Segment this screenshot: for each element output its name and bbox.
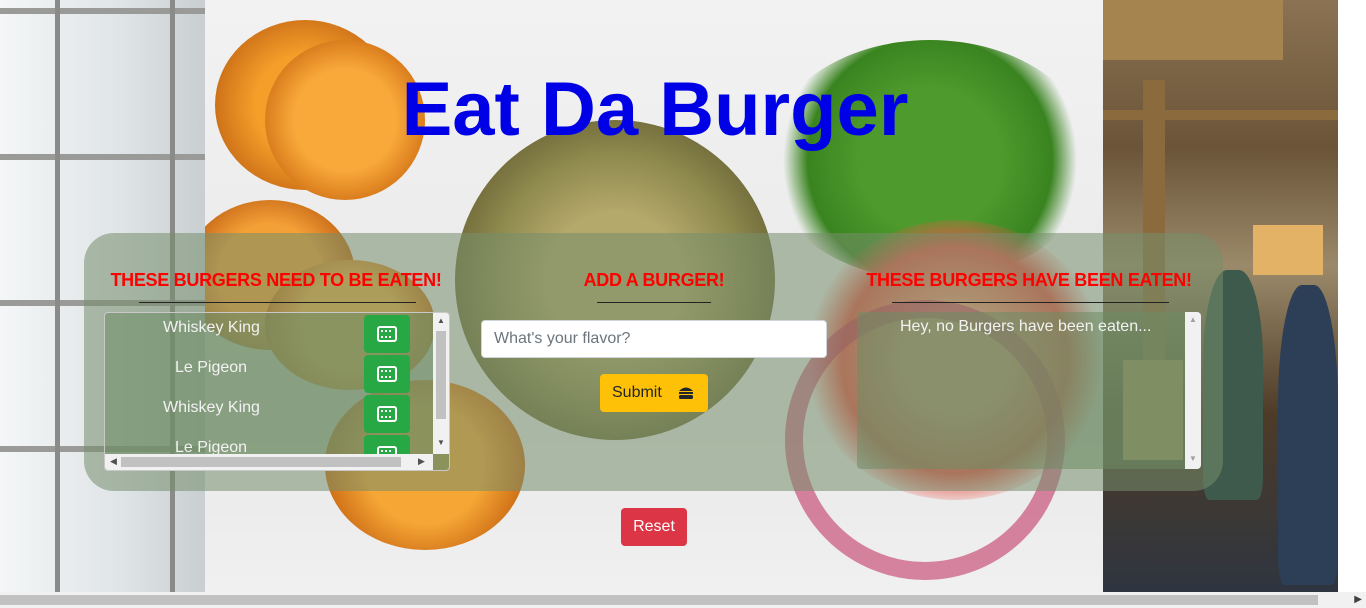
submit-label: Submit — [612, 384, 662, 401]
list-item: Le Pigeon — [105, 353, 435, 393]
devour-icon — [377, 406, 397, 422]
devour-icon — [377, 326, 397, 342]
add-burger-divider — [597, 302, 711, 303]
scroll-up-icon[interactable]: ▲ — [1189, 315, 1197, 324]
burger-name: Le Pigeon — [175, 359, 248, 376]
eaten-heading: THESE BURGERS HAVE BEEN EATEN! — [866, 270, 1192, 290]
list-item: Whiskey King — [105, 393, 435, 433]
uneaten-divider — [139, 302, 416, 303]
eaten-burger-list[interactable]: Hey, no Burgers have been eaten... ▲ ▼ — [857, 312, 1201, 469]
list-vertical-scrollbar[interactable]: ▲ ▼ — [433, 313, 449, 454]
scroll-thumb[interactable] — [0, 595, 1318, 605]
list-vertical-scrollbar[interactable]: ▲ ▼ — [1185, 312, 1201, 469]
scroll-thumb[interactable] — [436, 331, 446, 419]
page-title: Eat Da Burger — [401, 67, 909, 152]
hamburger-icon — [679, 387, 693, 399]
submit-button[interactable]: Submit — [600, 374, 708, 412]
reset-button[interactable]: Reset — [621, 508, 687, 546]
page-horizontal-scrollbar[interactable]: ▶ — [0, 592, 1366, 608]
scroll-left-icon[interactable]: ◀ — [110, 456, 117, 467]
uneaten-heading: THESE BURGERS NEED TO BE EATEN! — [110, 270, 442, 290]
scroll-right-icon[interactable]: ▶ — [418, 456, 425, 467]
eaten-divider — [892, 302, 1169, 303]
list-item: Whiskey King — [105, 313, 435, 353]
burger-name-input[interactable] — [481, 320, 827, 358]
empty-message: Hey, no Burgers have been eaten... — [900, 318, 1152, 335]
devour-button[interactable] — [364, 355, 410, 393]
list-horizontal-scrollbar[interactable]: ◀ ▶ — [105, 454, 433, 470]
scroll-down-icon[interactable]: ▼ — [1189, 454, 1197, 463]
scroll-up-icon[interactable]: ▲ — [437, 316, 445, 325]
add-burger-heading: ADD A BURGER! — [583, 270, 725, 290]
burger-name: Whiskey King — [163, 319, 260, 336]
page-right-margin — [1338, 0, 1366, 592]
burger-name: Whiskey King — [163, 399, 260, 416]
scroll-thumb[interactable] — [121, 457, 401, 467]
devour-icon — [377, 366, 397, 382]
uneaten-burger-list[interactable]: Whiskey King Le Pigeon Whiskey King Le P… — [104, 312, 450, 471]
scroll-down-icon[interactable]: ▼ — [437, 438, 445, 447]
devour-button[interactable] — [364, 395, 410, 433]
scroll-right-icon[interactable]: ▶ — [1354, 594, 1362, 605]
devour-button[interactable] — [364, 315, 410, 353]
